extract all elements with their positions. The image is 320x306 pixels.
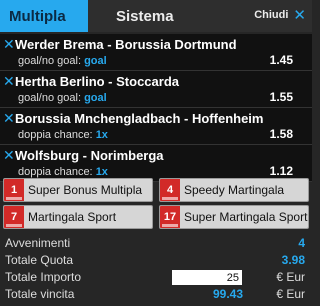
promo-button-super-martingala-sport[interactable]: 17 Super Martingala Sport [159, 205, 309, 229]
summary-row-importo: Totale Importo € Eur [0, 269, 312, 286]
importo-label: Totale Importo [5, 270, 82, 284]
promo-number-icon: 17 [160, 206, 180, 228]
betslip-summary: Avvenimenti 4 Totale Quota 3.98 Totale I… [0, 235, 312, 306]
tab-multipla-label: Multipla [9, 8, 66, 25]
summary-row-vincita: Totale vincita 99.43 € Eur [0, 286, 312, 303]
promo-label: Speedy Martingala [184, 183, 285, 197]
importo-input[interactable] [172, 270, 242, 285]
promo-label: Super Martingala Sport [184, 210, 308, 224]
promo-button-speedy-martingala[interactable]: 4 Speedy Martingala [159, 178, 309, 202]
promo-number-icon: 7 [4, 206, 24, 228]
betslip-tabs: Multipla Sistema Chiudi ✕ [0, 0, 312, 32]
bet-market: doppia chance: 1x [18, 166, 108, 178]
bet-market: goal/no goal: goal [18, 92, 107, 104]
bet-row: ✕ Hertha Berlino - Stoccarda goal/no goa… [0, 71, 312, 108]
vincita-label: Totale vincita [5, 287, 75, 301]
bet-event: Wolfsburg - Norimberga [15, 148, 164, 163]
bet-odd: 1.12 [269, 164, 293, 178]
quota-value: 3.98 [281, 253, 305, 267]
bet-row: ✕ Werder Brema - Borussia Dortmund goal/… [0, 34, 312, 71]
close-all-label: Chiudi [254, 9, 289, 21]
importo-unit: € Eur [276, 270, 305, 284]
vincita-value: 99.43 [212, 287, 243, 301]
bet-event: Werder Brema - Borussia Dortmund [15, 37, 237, 52]
tab-sistema[interactable]: Sistema [116, 8, 174, 25]
bet-odd: 1.55 [269, 90, 293, 104]
quota-label: Totale Quota [5, 253, 74, 267]
promo-label: Super Bonus Multipla [28, 183, 143, 197]
bet-event: Borussia Mnchengladbach - Hoffenheim [15, 111, 264, 126]
remove-bet-icon[interactable]: ✕ [3, 147, 15, 164]
remove-bet-icon[interactable]: ✕ [3, 36, 15, 53]
remove-bet-icon[interactable]: ✕ [3, 110, 15, 127]
bet-market: goal/no goal: goal [18, 55, 107, 67]
bet-odd: 1.58 [269, 127, 293, 141]
close-all-button[interactable]: Chiudi ✕ [254, 6, 306, 24]
avvenimenti-value: 4 [298, 236, 305, 250]
bet-odd: 1.45 [269, 53, 293, 67]
promo-label: Martingala Sport [28, 210, 117, 224]
vincita-unit: € Eur [276, 287, 305, 301]
tab-multipla[interactable]: Multipla [0, 0, 88, 32]
promo-number-icon: 1 [4, 179, 24, 201]
bet-row: ✕ Wolfsburg - Norimberga doppia chance: … [0, 145, 312, 182]
remove-bet-icon[interactable]: ✕ [3, 73, 15, 90]
bet-row: ✕ Borussia Mnchengladbach - Hoffenheim d… [0, 108, 312, 145]
promo-button-martingala-sport[interactable]: 7 Martingala Sport [3, 205, 153, 229]
summary-row-quota: Totale Quota 3.98 [0, 252, 312, 269]
summary-row-avvenimenti: Avvenimenti 4 [0, 235, 312, 252]
avvenimenti-label: Avvenimenti [5, 236, 71, 250]
promo-number-icon: 4 [160, 179, 180, 201]
promo-button-super-bonus-multipla[interactable]: 1 Super Bonus Multipla [3, 178, 153, 202]
bet-market: doppia chance: 1x [18, 129, 108, 141]
bet-event: Hertha Berlino - Stoccarda [15, 74, 179, 89]
close-icon: ✕ [293, 6, 306, 24]
